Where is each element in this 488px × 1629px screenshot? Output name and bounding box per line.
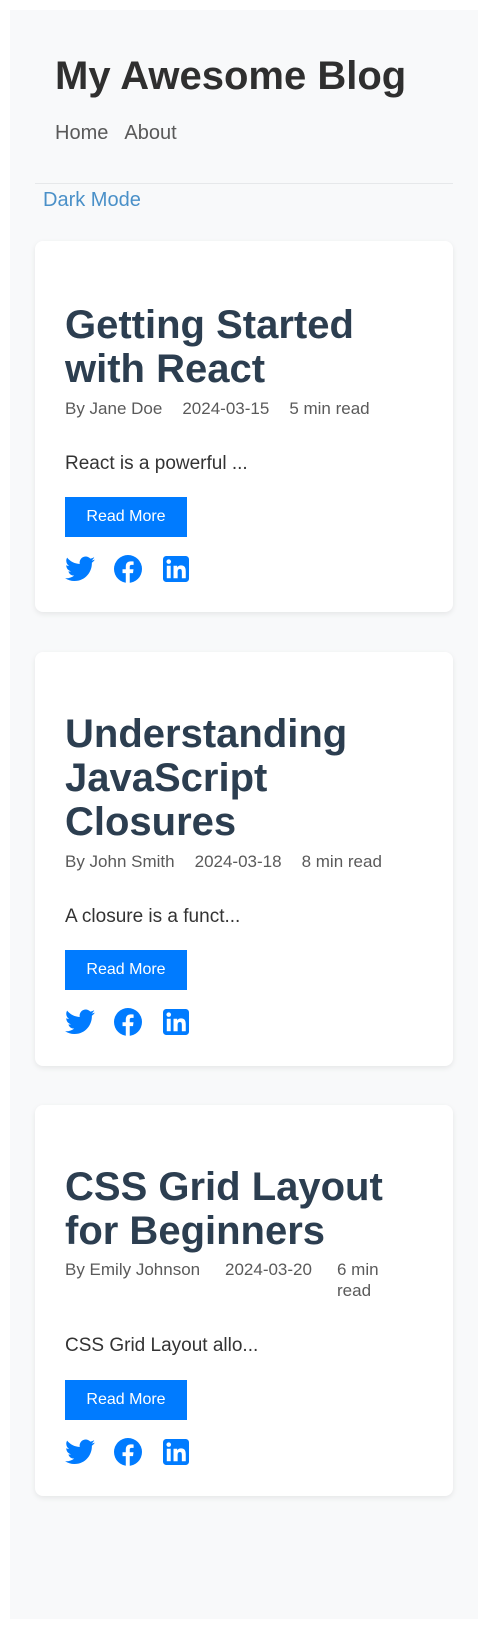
post-date: 2024-03-20 bbox=[225, 1260, 312, 1279]
share-icons bbox=[65, 1007, 191, 1037]
header-divider bbox=[35, 183, 453, 184]
facebook-icon[interactable] bbox=[113, 1437, 143, 1467]
twitter-icon[interactable] bbox=[65, 554, 95, 584]
read-more-button[interactable]: Read More bbox=[65, 1380, 187, 1420]
site-title: My Awesome Blog bbox=[55, 54, 407, 98]
linkedin-icon[interactable] bbox=[161, 1437, 191, 1467]
read-more-button[interactable]: Read More bbox=[65, 950, 187, 990]
post-title: Understanding JavaScript Closures bbox=[65, 712, 348, 844]
post-date: 2024-03-15 bbox=[182, 399, 270, 418]
post-excerpt: A closure is a funct... bbox=[65, 906, 241, 927]
post-read-time: 8 min read bbox=[301, 852, 382, 871]
post-author: By Jane Doe bbox=[65, 399, 163, 418]
post-date: 2024-03-18 bbox=[194, 852, 282, 871]
post-author: By John Smith bbox=[65, 852, 175, 871]
twitter-icon[interactable] bbox=[65, 1007, 95, 1037]
post-card: CSS Grid Layout for Beginners By Emily J… bbox=[35, 1105, 453, 1496]
share-icons bbox=[65, 1437, 191, 1467]
nav-link-home[interactable]: Home bbox=[55, 120, 108, 146]
post-author: By Emily Johnson bbox=[65, 1260, 201, 1279]
linkedin-icon[interactable] bbox=[161, 1007, 191, 1037]
site-header: My Awesome Blog Home About bbox=[10, 10, 478, 185]
post-title: Getting Started with React bbox=[65, 303, 354, 391]
main-nav: Home About bbox=[55, 120, 177, 146]
post-excerpt: React is a powerful ... bbox=[65, 453, 248, 474]
post-card: Getting Started with React By Jane Doe 2… bbox=[35, 241, 453, 612]
post-title: CSS Grid Layout for Beginners bbox=[65, 1165, 383, 1253]
post-read-time: 5 min read bbox=[289, 399, 370, 418]
share-icons bbox=[65, 554, 191, 584]
post-meta: By John Smith 2024-03-18 8 min read bbox=[65, 851, 425, 872]
facebook-icon[interactable] bbox=[113, 1007, 143, 1037]
post-meta: By Emily Johnson 2024-03-20 6 min read bbox=[65, 1259, 425, 1301]
nav-link-about[interactable]: About bbox=[124, 120, 176, 146]
post-card: Understanding JavaScript Closures By Joh… bbox=[35, 652, 453, 1066]
dark-mode-toggle[interactable]: Dark Mode bbox=[43, 187, 141, 213]
facebook-icon[interactable] bbox=[113, 554, 143, 584]
page: My Awesome Blog Home About Dark Mode Get… bbox=[10, 10, 478, 1619]
twitter-icon[interactable] bbox=[65, 1437, 95, 1467]
read-more-button[interactable]: Read More bbox=[65, 497, 187, 537]
post-meta: By Jane Doe 2024-03-15 5 min read bbox=[65, 398, 425, 419]
post-excerpt: CSS Grid Layout allo... bbox=[65, 1335, 259, 1356]
post-read-time: 6 min read bbox=[337, 1260, 379, 1300]
linkedin-icon[interactable] bbox=[161, 554, 191, 584]
